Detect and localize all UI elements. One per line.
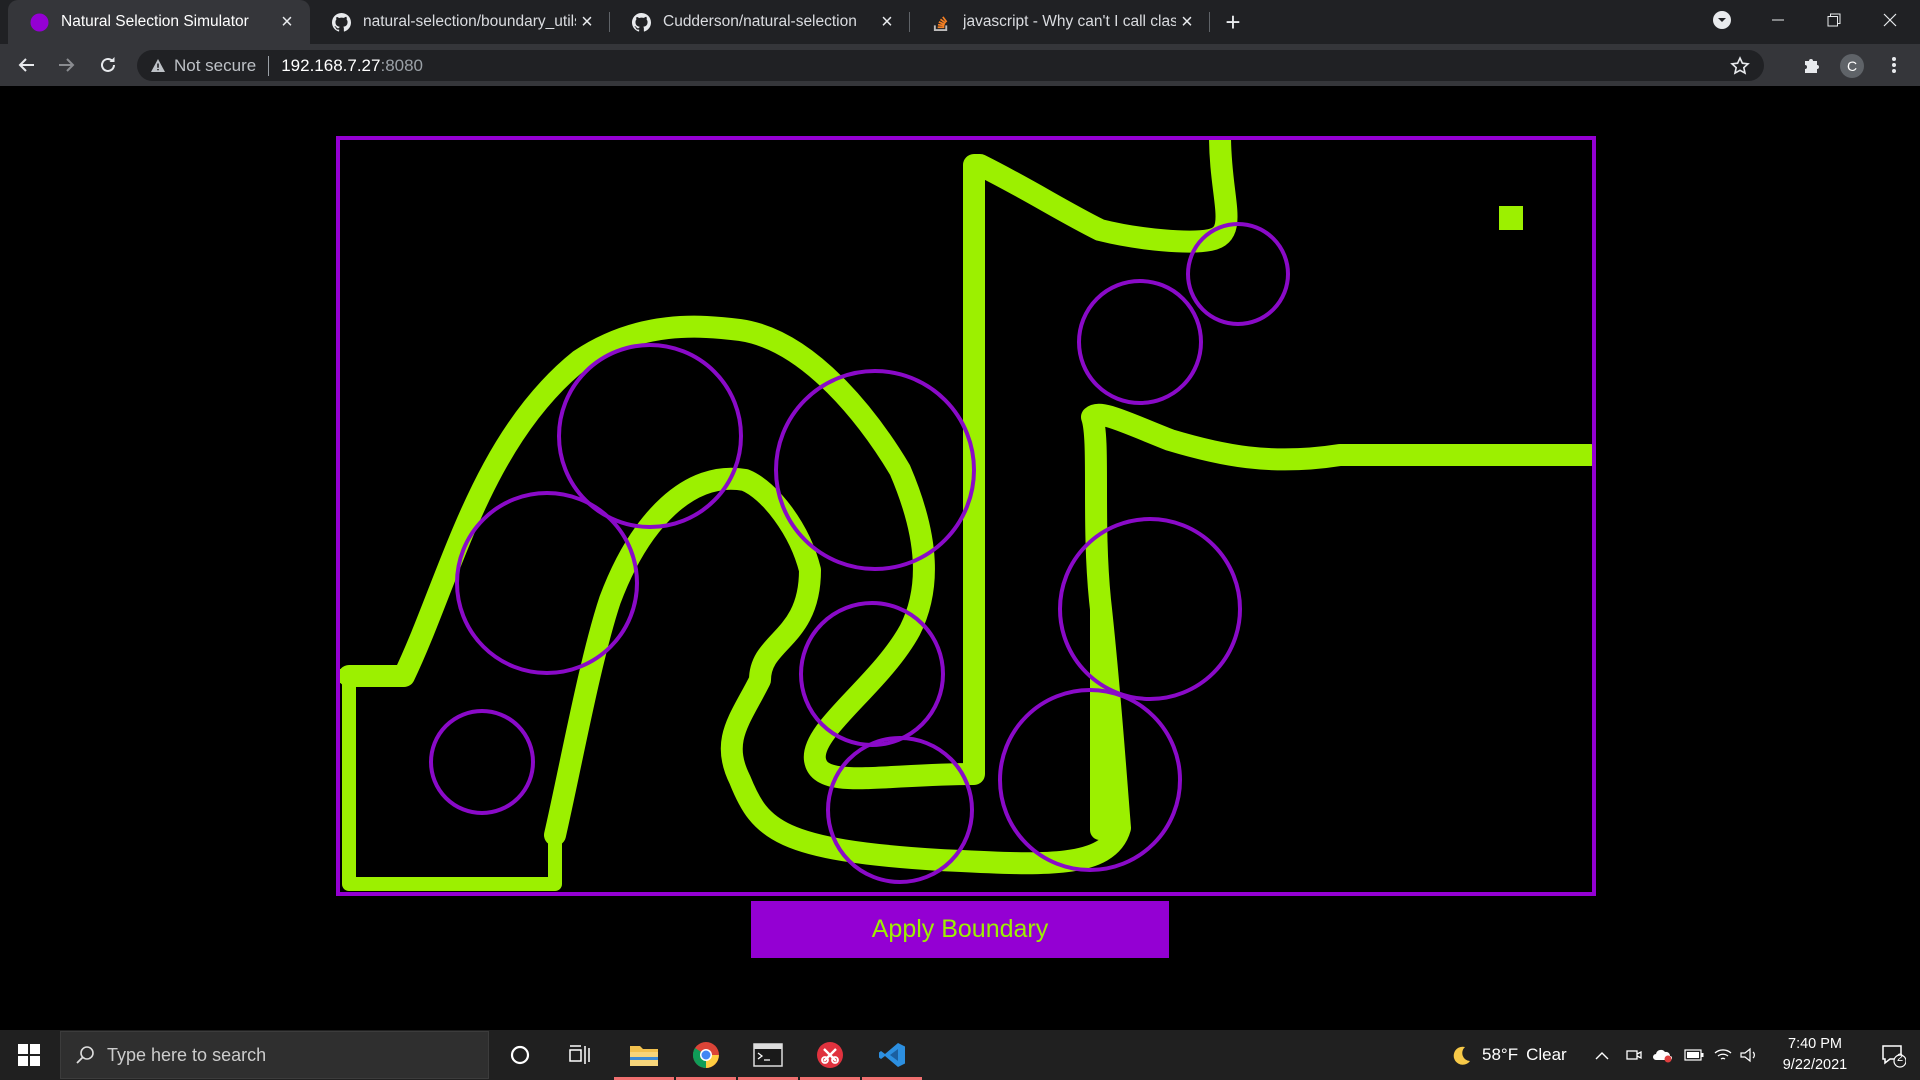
tab-search-icon[interactable] <box>1694 0 1750 40</box>
extensions-puzzle-icon[interactable] <box>1798 51 1826 79</box>
tab-boundary-utils[interactable]: natural-selection/boundary_utils. × <box>310 0 610 44</box>
chrome-icon[interactable] <box>676 1030 736 1080</box>
chevron-up-icon[interactable] <box>1594 1030 1610 1080</box>
windows-start-icon[interactable] <box>0 1030 58 1080</box>
boundary-circle <box>557 343 743 529</box>
forward-arrow-icon[interactable] <box>53 51 81 79</box>
tab-title: Natural Selection Simulator <box>61 13 249 30</box>
cortana-circle-icon[interactable] <box>490 1030 550 1080</box>
tab-natural-selection-simulator[interactable]: Natural Selection Simulator × <box>8 0 310 44</box>
new-tab-button[interactable]: + <box>1219 7 1247 37</box>
close-tab-icon[interactable]: × <box>1176 11 1198 33</box>
boundary-circle <box>1077 279 1203 405</box>
system-clock[interactable]: 7:40 PM 9/22/2021 <box>1760 1034 1870 1076</box>
tab-title: Cudderson/natural-selection <box>663 13 857 30</box>
boundary-circle <box>1186 222 1290 326</box>
boundary-stroke <box>544 403 1592 875</box>
boundary-circle <box>429 709 535 815</box>
moon-icon <box>1450 1044 1472 1066</box>
boundary-canvas[interactable] <box>336 136 1596 896</box>
notification-center-icon[interactable]: 2 <box>1866 1030 1920 1080</box>
vscode-icon[interactable] <box>862 1030 922 1080</box>
url-port: :8080 <box>380 55 424 75</box>
clock-time: 7:40 PM <box>1788 1036 1842 1052</box>
close-tab-icon[interactable]: × <box>876 11 898 33</box>
warning-triangle-icon[interactable] <box>150 58 166 73</box>
snip-sketch-icon[interactable] <box>800 1030 860 1080</box>
boundary-drawing[interactable] <box>340 140 1592 892</box>
security-label[interactable]: Not secure <box>174 56 256 76</box>
volume-icon[interactable] <box>1740 1030 1758 1080</box>
notification-count: 2 <box>1897 1052 1904 1064</box>
close-tab-icon[interactable]: × <box>576 11 598 33</box>
terminal-icon[interactable] <box>738 1030 798 1080</box>
url-host: 192.168.7.27 <box>281 55 381 75</box>
boundary-stroke <box>340 669 562 891</box>
stackoverflow-icon <box>932 13 951 32</box>
search-icon <box>75 1045 95 1065</box>
windows-taskbar: Type here to search 58°F Clear 7:40 PM 9… <box>0 1030 1920 1080</box>
close-tab-icon[interactable]: × <box>276 11 298 33</box>
back-arrow-icon[interactable] <box>12 51 40 79</box>
github-icon <box>332 12 351 32</box>
search-placeholder: Type here to search <box>107 1044 267 1065</box>
food-source-square <box>1499 206 1523 230</box>
tab-stackoverflow[interactable]: javascript - Why can't I call class f × <box>910 0 1210 44</box>
weather-widget[interactable]: 58°F Clear <box>1450 1030 1567 1080</box>
clock-date: 9/22/2021 <box>1782 1057 1848 1073</box>
task-view-icon[interactable] <box>550 1030 610 1080</box>
tab-strip: Natural Selection Simulator × natural-se… <box>0 0 1920 44</box>
tab-cudderson-repo[interactable]: Cudderson/natural-selection × <box>610 0 910 44</box>
boundary-circle <box>1058 517 1242 701</box>
menu-kebab-icon[interactable] <box>1880 51 1908 79</box>
tab-divider <box>1209 12 1210 32</box>
apply-boundary-button[interactable]: Apply Boundary <box>751 901 1169 958</box>
restore-button[interactable] <box>1806 0 1862 40</box>
wifi-icon[interactable] <box>1714 1030 1732 1080</box>
close-window-button[interactable] <box>1862 0 1918 40</box>
weather-condition: Clear <box>1526 1045 1567 1064</box>
reload-icon[interactable] <box>94 51 122 79</box>
boundary-circle <box>774 369 976 571</box>
weather-temp: 58°F <box>1482 1045 1519 1064</box>
tab-title: javascript - Why can't I call class f <box>963 13 1176 30</box>
github-icon <box>632 12 651 32</box>
tab-title: natural-selection/boundary_utils. <box>363 13 576 30</box>
bookmark-star-icon[interactable] <box>1730 55 1750 76</box>
purple-dot-icon <box>30 13 49 32</box>
battery-icon[interactable] <box>1684 1030 1704 1080</box>
profile-avatar[interactable]: C <box>1840 54 1864 78</box>
address-divider <box>268 55 270 76</box>
taskbar-search-box[interactable]: Type here to search <box>60 1031 489 1079</box>
minimize-button[interactable] <box>1750 0 1806 40</box>
meet-now-icon[interactable] <box>1626 1030 1642 1080</box>
onedrive-icon[interactable] <box>1652 1030 1674 1080</box>
address-bar[interactable]: Not secure 192.168.7.27:8080 <box>137 50 1764 81</box>
file-explorer-icon[interactable] <box>614 1030 674 1080</box>
